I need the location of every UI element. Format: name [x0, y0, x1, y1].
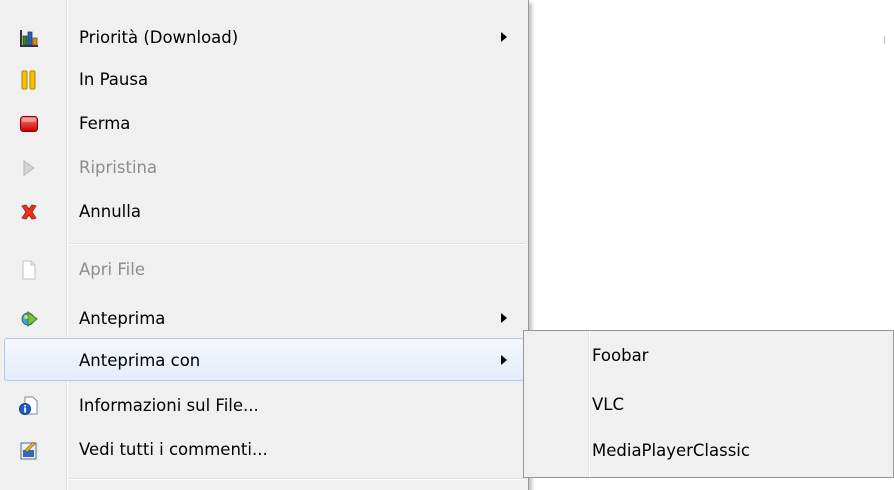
submenu-item-label: MediaPlayerClassic	[592, 441, 750, 460]
background-mark	[884, 36, 885, 44]
menu-item-open-file[interactable]: Apri File	[4, 248, 524, 291]
menu-item-label: Ripristina	[79, 158, 158, 177]
priority-chart-icon	[19, 28, 39, 48]
menu-separator	[70, 478, 525, 480]
menu-item-label: Vedi tutti i commenti...	[79, 440, 268, 459]
menu-item-resume[interactable]: Ripristina	[4, 146, 524, 189]
submenu-item-label: Foobar	[592, 346, 649, 365]
stop-icon	[19, 114, 39, 134]
menu-item-cancel[interactable]: Annulla	[4, 190, 524, 233]
submenu-item-foobar[interactable]: Foobar	[524, 334, 893, 378]
menu-item-label: Anteprima	[79, 309, 166, 328]
menu-item-label: Ferma	[79, 114, 131, 133]
menu-item-file-info[interactable]: Informazioni sul File...	[4, 384, 524, 427]
menu-separator	[70, 243, 525, 245]
menu-item-view-comments[interactable]: Vedi tutti i commenti...	[4, 428, 524, 471]
comments-icon	[19, 440, 39, 460]
resume-play-icon	[19, 158, 39, 178]
menu-item-label: Anteprima con	[79, 351, 201, 370]
menu-item-preview-with[interactable]: Anteprima con	[4, 338, 524, 381]
cancel-x-icon	[19, 202, 39, 222]
submenu-arrow-icon	[501, 355, 507, 365]
preview-with-submenu: Foobar VLC MediaPlayerClassic	[523, 330, 894, 478]
menu-item-label: Annulla	[79, 202, 141, 221]
file-icon	[19, 260, 39, 280]
submenu-arrow-icon	[501, 313, 507, 323]
menu-item-label: Informazioni sul File...	[79, 396, 259, 415]
menu-item-stop[interactable]: Ferma	[4, 102, 524, 145]
submenu-item-mediaplayerclassic[interactable]: MediaPlayerClassic	[524, 429, 893, 473]
menu-item-priority[interactable]: Priorità (Download)	[4, 16, 524, 59]
menu-item-label: Priorità (Download)	[79, 28, 239, 47]
submenu-item-vlc[interactable]: VLC	[524, 383, 893, 427]
submenu-item-label: VLC	[592, 395, 625, 414]
submenu-arrow-icon	[501, 32, 507, 42]
menu-item-pause[interactable]: In Pausa	[4, 58, 524, 101]
pause-icon	[19, 70, 39, 90]
file-info-icon	[19, 396, 39, 416]
menu-item-label: In Pausa	[79, 70, 149, 89]
context-menu: Priorità (Download) In Pausa Ferma Ripri…	[0, 0, 529, 490]
menu-item-preview[interactable]: Anteprima	[4, 297, 524, 340]
menu-item-label: Apri File	[79, 260, 145, 279]
preview-icon	[19, 309, 39, 329]
